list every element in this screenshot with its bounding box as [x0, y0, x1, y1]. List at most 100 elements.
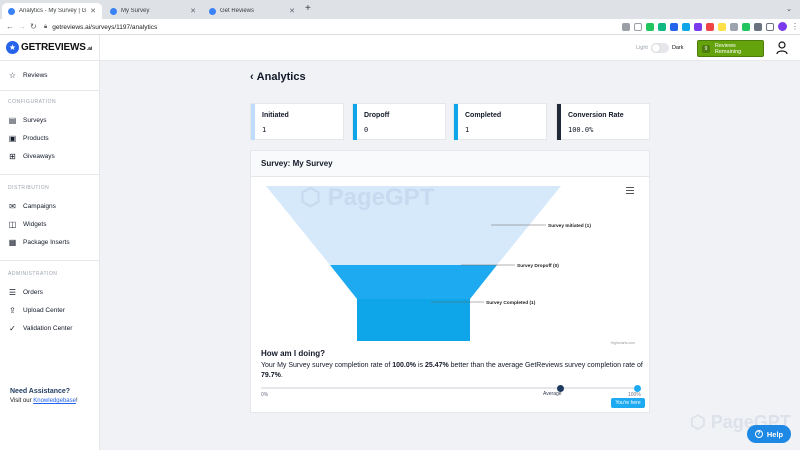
forward-arrow-icon[interactable]: → [18, 22, 26, 31]
extension-icon[interactable] [670, 22, 678, 31]
stat-card-conversion-rate: Conversion Rate 100.0% [556, 103, 650, 140]
back-chevron-icon[interactable]: ‹ [250, 71, 254, 83]
chart-menu-icon[interactable] [626, 187, 634, 196]
divider [0, 60, 100, 61]
clipboard-icon: ▤ [8, 115, 17, 125]
theme-light-label: Light [636, 45, 648, 51]
user-account-icon[interactable] [776, 41, 788, 55]
sidebar-item-label: Campaigns [23, 202, 56, 210]
completion-rate-value: 100.0% [392, 362, 416, 369]
extensions-area: ⋮ [622, 22, 799, 31]
section-heading-administration: ADMINISTRATION [8, 271, 58, 277]
extension-icon[interactable] [706, 22, 714, 31]
sidebar-item-widgets[interactable]: ◫ Widgets [8, 218, 47, 230]
knowledgebase-link[interactable]: Knowledgebase [33, 398, 76, 404]
extension-icon[interactable] [694, 22, 702, 31]
sidebar-item-products[interactable]: ▣ Products [8, 132, 49, 144]
extension-icon[interactable] [682, 22, 690, 31]
tab-close-icon[interactable]: ✕ [90, 7, 96, 15]
reviews-count-badge: 9 [702, 44, 710, 53]
tab-favicon-icon [110, 7, 117, 15]
stat-card-completed: Completed 1 [453, 103, 547, 140]
kebab-menu-icon[interactable]: ⋮ [791, 22, 799, 31]
profile-avatar[interactable] [778, 22, 787, 31]
browser-tab-analytics[interactable]: Analytics - My Survey | GetRe ✕ [2, 3, 102, 19]
tab-label: My Survey [121, 8, 150, 14]
performance-text: Your My Survey survey completion rate of… [261, 361, 646, 381]
divider [0, 90, 100, 91]
stat-value: 0 [364, 126, 369, 134]
logo-star-icon: ★ [6, 41, 19, 54]
sidebar-item-label: Package Inserts [23, 238, 70, 246]
reload-icon[interactable]: ↻ [30, 22, 37, 31]
sidebar-item-package-inserts[interactable]: ▦ Package Inserts [8, 236, 70, 248]
reviews-remaining-label: Reviews Remaining [714, 42, 742, 55]
stat-value: 100.0% [568, 126, 594, 134]
stat-accent-bar [353, 104, 357, 140]
url-text: getreviews.ai/surveys/1197/analytics [52, 23, 158, 31]
tick-average-label: Average [543, 391, 562, 397]
sidebar-item-validation-center[interactable]: ✓ Validation Center [8, 322, 72, 334]
sidebar-item-label: Widgets [23, 220, 47, 228]
sidebar-item-campaigns[interactable]: ✉ Campaigns [8, 200, 56, 212]
browser-tab-my-survey[interactable]: My Survey ✕ [104, 3, 202, 19]
assistance-box: Need Assistance? Visit our Knowledgebase… [10, 388, 78, 404]
funnel-chart: Survey Initiated (1) Survey Dropoff (0) … [266, 186, 635, 345]
funnel-label-dropoff: Survey Dropoff (0) [517, 263, 559, 269]
check-icon: ✓ [9, 323, 16, 333]
performance-text-part: is [416, 362, 425, 369]
assistance-trail: ! [75, 398, 78, 404]
performance-text-part: Your My Survey survey completion rate of [261, 362, 393, 369]
new-tab-icon[interactable]: + [305, 3, 311, 14]
funnel-segment-initiated[interactable] [266, 186, 561, 265]
extension-icon[interactable] [730, 22, 738, 31]
sidebar-item-label: Upload Center [23, 306, 65, 314]
sidebar-item-label: Reviews [23, 71, 48, 79]
tab-search-chevron-icon[interactable]: ⌄ [786, 5, 792, 13]
sidebar-item-reviews[interactable]: ☆ Reviews [8, 69, 48, 81]
sidepanel-icon[interactable] [766, 22, 774, 31]
share-icon[interactable] [622, 22, 630, 31]
sidebar-item-orders[interactable]: ☰ Orders [8, 286, 43, 298]
divider [0, 174, 100, 175]
tab-label: Analytics - My Survey | GetRe [19, 8, 87, 14]
extension-icon[interactable] [718, 22, 726, 31]
sidebar-item-giveaways[interactable]: ⊞ Giveaways [8, 150, 55, 162]
stat-accent-bar [251, 104, 255, 140]
stat-label: Dropoff [364, 112, 390, 119]
url-field[interactable]: 🔒︎ getreviews.ai/surveys/1197/analytics [44, 21, 604, 33]
tab-close-icon[interactable]: ✕ [190, 7, 196, 15]
mail-icon: ✉ [9, 201, 16, 211]
funnel-segment-dropoff[interactable] [330, 265, 497, 299]
extension-icon[interactable] [742, 22, 750, 31]
help-question-icon: ? [754, 430, 763, 438]
extension-icon[interactable] [646, 22, 654, 31]
brand-logo[interactable]: ★ GETREVIEWS .ai [6, 41, 92, 54]
tab-close-icon[interactable]: ✕ [289, 7, 295, 15]
brand-suffix: .ai [86, 46, 93, 52]
back-arrow-icon[interactable]: ← [6, 22, 14, 31]
widget-icon: ◫ [8, 219, 17, 229]
theme-toggle-switch[interactable] [650, 43, 669, 53]
browser-tab-get-reviews[interactable]: Get Reviews ✕ [203, 3, 301, 19]
chart-credit[interactable]: Highcharts.com [611, 341, 635, 345]
sidebar-item-upload-center[interactable]: ⇪ Upload Center [8, 304, 65, 316]
help-button[interactable]: ? Help [747, 425, 791, 443]
puzzle-icon[interactable] [754, 22, 762, 31]
sidebar-item-label: Products [23, 134, 49, 142]
brand-name: GETREVIEWS [21, 42, 86, 53]
extension-icon[interactable] [658, 22, 666, 31]
reviews-remaining-button[interactable]: 9 Reviews Remaining [697, 40, 764, 57]
tick-0-label: 0% [261, 392, 269, 398]
stat-label: Conversion Rate [568, 112, 624, 119]
funnel-segment-completed[interactable] [357, 299, 470, 341]
comparison-track [261, 387, 637, 389]
performance-heading: How am I doing? [261, 349, 325, 358]
sidebar-item-surveys[interactable]: ▤ Surveys [8, 114, 47, 126]
assistance-title: Need Assistance? [10, 388, 71, 395]
page-title: ‹ Analytics [250, 71, 306, 83]
stat-accent-bar [557, 104, 561, 140]
address-bar: ← → ↻ 🔒︎ getreviews.ai/surveys/1197/anal… [0, 19, 800, 35]
bookmark-star-icon[interactable] [634, 22, 642, 31]
list-icon: ☰ [8, 287, 17, 297]
